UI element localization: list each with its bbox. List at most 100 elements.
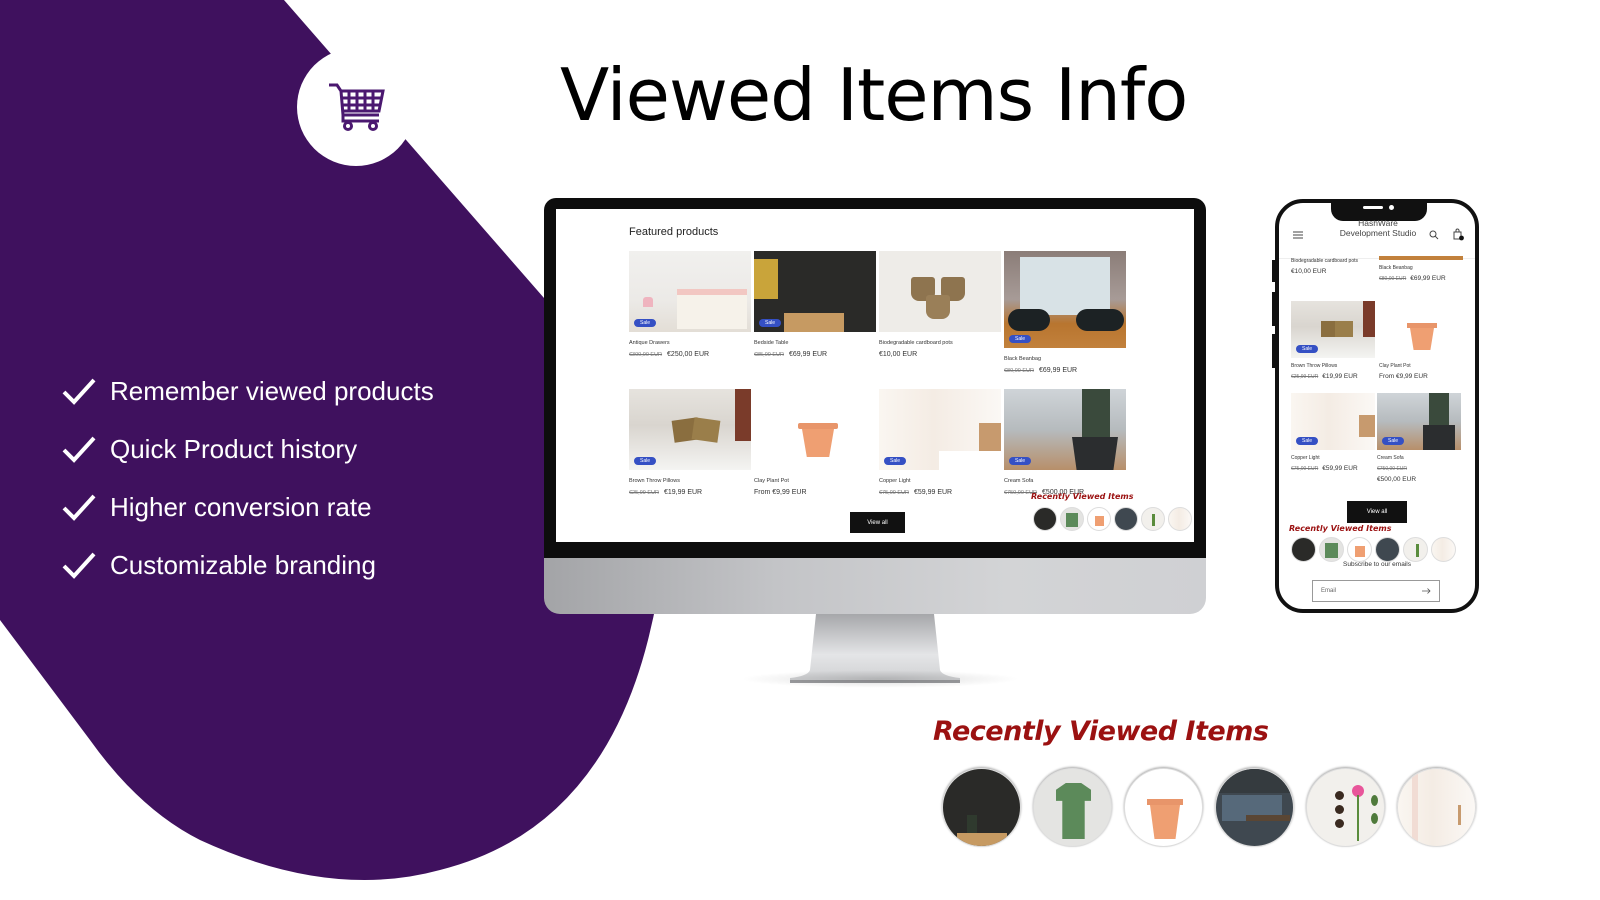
product-card[interactable]: Sale Brown Throw Pillows €25,99 EUR €19,9…	[629, 389, 751, 496]
product-name[interactable]: Brown Throw Pillows	[629, 478, 751, 484]
recently-viewed-thumb[interactable]	[1060, 507, 1084, 531]
product-card[interactable]: Sale Copper Light €75,00 EUR €59,99 EUR	[879, 389, 1001, 496]
product-price-value: From €9,99 EUR	[754, 489, 807, 496]
product-price: €300,00 EUR €250,00 EUR	[629, 351, 751, 358]
product-image-brown-throw-pillows: Sale	[629, 389, 751, 470]
product-old-price: €25,99 EUR	[629, 490, 659, 496]
sale-badge: Sale	[1009, 457, 1032, 465]
recently-viewed-thumb[interactable]	[1347, 537, 1372, 562]
product-image-black-beanbag	[1379, 256, 1463, 260]
feature-item: Higher conversion rate	[62, 478, 434, 536]
product-card[interactable]: Black Beanbag €80,00 EUR €69,99 EUR	[1379, 256, 1463, 282]
product-name[interactable]: Biodegradable cardboard pots	[1291, 258, 1375, 264]
product-name[interactable]: Copper Light	[1291, 455, 1375, 461]
product-price: €750,00 EUR	[1377, 465, 1461, 472]
recently-viewed-thumb[interactable]	[1087, 507, 1111, 531]
product-card[interactable]: Sale Bedside Table €85,00 EUR €69,99 EUR	[754, 251, 876, 358]
product-card[interactable]: Sale Black Beanbag €80,00 EUR €69,99 EUR	[1004, 251, 1126, 374]
product-sale-price: €500,00 EUR	[1377, 476, 1417, 483]
search-icon[interactable]	[1429, 230, 1439, 240]
product-name[interactable]: Cream Sofa	[1004, 478, 1126, 484]
product-name[interactable]: Cream Sofa	[1377, 455, 1461, 461]
recently-viewed-item-grey-sofa[interactable]	[1215, 768, 1294, 847]
arrow-right-icon[interactable]	[1422, 588, 1431, 594]
recently-viewed-strip	[1033, 507, 1192, 531]
feature-item: Quick Product history	[62, 420, 434, 478]
product-image-bedside-table: Sale	[754, 251, 876, 332]
product-name[interactable]: Bedside Table	[754, 340, 876, 346]
product-card[interactable]: Biodegradable cardboard pots €10,00 EUR	[879, 251, 1001, 358]
view-all-button[interactable]: View all	[1347, 501, 1407, 523]
recently-viewed-item-green-tshirt[interactable]	[1033, 768, 1112, 847]
sale-badge: Sale	[884, 457, 907, 465]
product-price: From €9,99 EUR	[754, 489, 876, 496]
recently-viewed-thumb[interactable]	[1291, 537, 1316, 562]
product-sale-price: €59,99 EUR	[1322, 465, 1358, 472]
recently-viewed-thumb[interactable]	[1168, 507, 1192, 531]
product-price: €80,00 EUR €69,99 EUR	[1379, 275, 1463, 282]
product-sale-price: €69,99 EUR	[1038, 367, 1078, 374]
recently-viewed-thumb[interactable]	[1319, 537, 1344, 562]
recently-viewed-item-flower-pots[interactable]	[1306, 768, 1385, 847]
feature-label: Quick Product history	[110, 433, 358, 464]
product-name[interactable]: Black Beanbag	[1004, 356, 1126, 362]
product-price: €25,99 EUR €19,99 EUR	[629, 489, 751, 496]
product-sale-price: €19,99 EUR	[1322, 373, 1358, 380]
product-name[interactable]: Antique Drawers	[629, 340, 751, 346]
product-name[interactable]: Brown Throw Pillows	[1291, 363, 1375, 369]
product-sale-price: €19,99 EUR	[663, 489, 703, 496]
recently-viewed-thumb[interactable]	[1403, 537, 1428, 562]
recently-viewed-thumb[interactable]	[1141, 507, 1165, 531]
product-image-cardboard-pots	[879, 251, 1001, 332]
sale-badge: Sale	[1296, 345, 1319, 353]
product-old-price: €80,00 EUR	[1004, 368, 1034, 374]
recently-viewed-title: Recently Viewed Items	[933, 716, 1269, 747]
shopping-bag-icon[interactable]	[1452, 228, 1464, 241]
recently-viewed-heading: Recently Viewed Items	[1289, 524, 1392, 533]
monitor-chin	[544, 558, 1206, 614]
feature-list: Remember viewed products Quick Product h…	[62, 362, 434, 594]
product-card[interactable]: Sale Cream Sofa €750,00 EUR €500,00 EUR	[1377, 393, 1461, 483]
page-title: Viewed Items Info	[560, 53, 1188, 137]
product-card[interactable]: Biodegradable cardboard pots €10,00 EUR	[1291, 258, 1375, 275]
product-name[interactable]: Clay Plant Pot	[754, 478, 876, 484]
product-card[interactable]: Clay Plant Pot From €9,99 EUR	[1379, 301, 1463, 380]
recently-viewed-thumb[interactable]	[1431, 537, 1456, 562]
view-all-button[interactable]: View all	[850, 512, 905, 533]
product-card[interactable]: Sale Copper Light €75,00 EUR €59,99 EUR	[1291, 393, 1375, 472]
product-name[interactable]: Biodegradable cardboard pots	[879, 340, 1001, 346]
mobile-store-brand[interactable]: HashWare Development Studio	[1339, 218, 1417, 238]
product-card[interactable]: Sale Antique Drawers €300,00 EUR €250,00 …	[629, 251, 751, 358]
recently-viewed-thumb[interactable]	[1114, 507, 1138, 531]
hamburger-menu-icon[interactable]	[1293, 231, 1303, 239]
sale-badge: Sale	[634, 319, 657, 327]
recently-viewed-item-clay-plant-pot[interactable]	[1124, 768, 1203, 847]
product-name[interactable]: Black Beanbag	[1379, 265, 1463, 271]
shopping-cart-icon	[329, 83, 385, 131]
recently-viewed-thumb[interactable]	[1033, 507, 1057, 531]
recently-viewed-thumb[interactable]	[1375, 537, 1400, 562]
product-name[interactable]: Clay Plant Pot	[1379, 363, 1463, 369]
product-name[interactable]: Copper Light	[879, 478, 1001, 484]
checkmark-icon	[62, 552, 96, 579]
desktop-screen: Featured products Sale Antique Drawers €…	[556, 209, 1194, 542]
recently-viewed-item-bedside-table[interactable]	[942, 768, 1021, 847]
product-image-cream-sofa: Sale	[1004, 389, 1126, 470]
product-price: €25,99 EUR €19,99 EUR	[1291, 373, 1375, 380]
recently-viewed-item-copper-light[interactable]	[1397, 768, 1476, 847]
product-price-value: €10,00 EUR	[879, 351, 918, 358]
product-card[interactable]: Sale Cream Sofa €750,00 EUR €500,00 EUR	[1004, 389, 1126, 496]
product-price: €75,00 EUR €59,99 EUR	[879, 489, 1001, 496]
feature-label: Customizable branding	[110, 549, 376, 580]
product-price-value: €10,00 EUR	[1291, 268, 1327, 275]
featured-products-heading: Featured products	[629, 226, 719, 238]
product-old-price: €80,00 EUR	[1379, 276, 1407, 282]
product-price-value: From €9,99 EUR	[1379, 373, 1428, 380]
email-field[interactable]: Email	[1312, 580, 1440, 602]
email-placeholder: Email	[1321, 588, 1337, 594]
product-card[interactable]: Clay Plant Pot From €9,99 EUR	[754, 389, 876, 496]
product-old-price: €75,00 EUR	[879, 490, 909, 496]
product-price: €80,00 EUR €69,99 EUR	[1004, 367, 1126, 374]
sale-badge: Sale	[1009, 335, 1032, 343]
product-card[interactable]: Sale Brown Throw Pillows €25,99 EUR €19,9…	[1291, 301, 1375, 380]
